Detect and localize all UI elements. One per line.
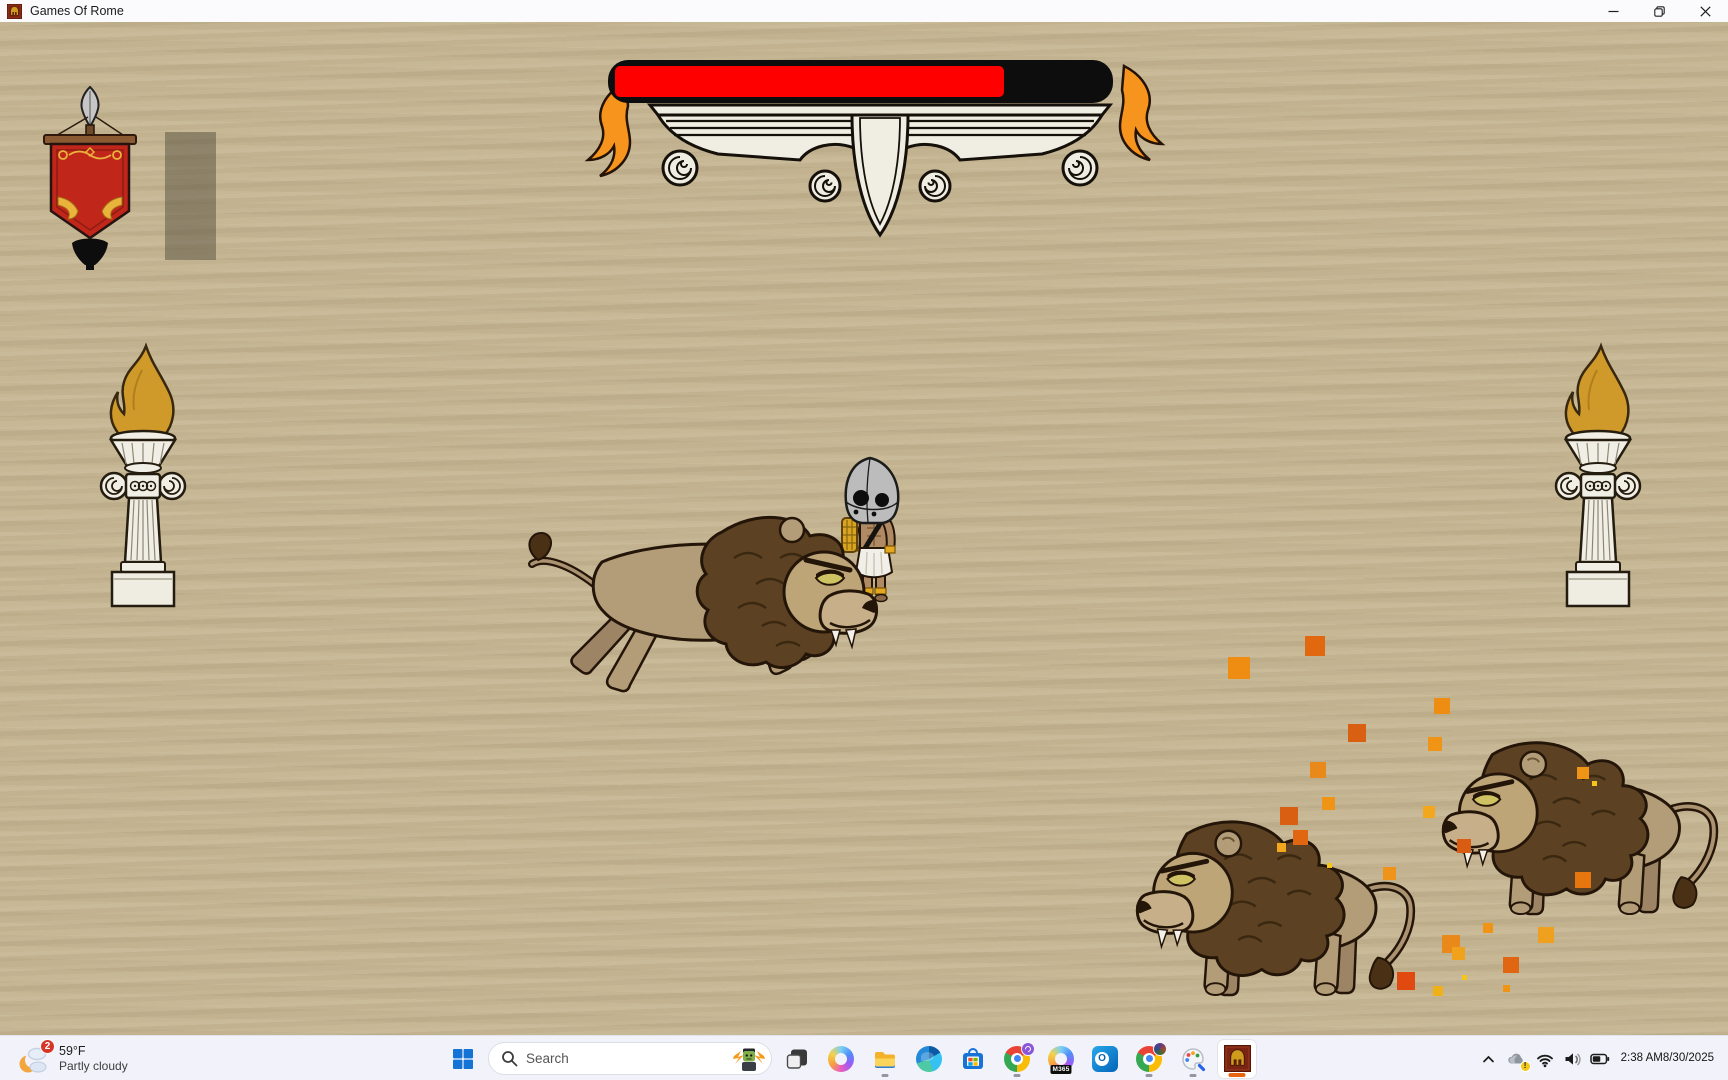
speaker-icon bbox=[1563, 1050, 1582, 1068]
ember-particle bbox=[1428, 737, 1442, 751]
ember-particle bbox=[1305, 636, 1325, 656]
ember-particle bbox=[1348, 724, 1366, 742]
m365-badge: M365 bbox=[1050, 1065, 1071, 1074]
ember-particle bbox=[1538, 927, 1554, 943]
ember-particle bbox=[1280, 807, 1298, 825]
search-box[interactable] bbox=[488, 1042, 772, 1075]
ember-particle bbox=[1423, 806, 1435, 818]
close-button[interactable] bbox=[1682, 0, 1728, 22]
torch-column-right bbox=[1543, 318, 1653, 608]
chrome-icon-2 bbox=[1136, 1046, 1162, 1072]
weather-widget[interactable]: 2 59°F Partly cloudy bbox=[10, 1036, 134, 1080]
game-arena[interactable] bbox=[0, 22, 1728, 1035]
taskbar-app-chrome-copilot[interactable] bbox=[998, 1040, 1036, 1078]
paint-icon bbox=[1180, 1046, 1206, 1072]
ember-particle bbox=[1483, 923, 1493, 933]
tray-date: 8/30/2025 bbox=[1663, 1051, 1714, 1066]
special-meter-depleted bbox=[165, 132, 216, 260]
task-view-icon bbox=[785, 1047, 809, 1071]
torch-column-left bbox=[88, 318, 198, 608]
clock-widget[interactable]: 2:38 AM 8/30/2025 bbox=[1615, 1041, 1722, 1077]
network-tray-button[interactable] bbox=[1531, 1041, 1559, 1077]
ember-particle bbox=[1433, 986, 1443, 996]
health-fill bbox=[615, 66, 1004, 97]
app-icon-gladiator-helmet bbox=[7, 4, 22, 19]
outlook-icon: O bbox=[1092, 1046, 1118, 1072]
taskbar-app-task-view[interactable] bbox=[778, 1040, 816, 1078]
onedrive-warning-badge: ! bbox=[1520, 1061, 1531, 1072]
minimize-button[interactable] bbox=[1590, 0, 1636, 22]
tray-time: 2:38 AM bbox=[1621, 1051, 1663, 1066]
taskbar-app-outlook[interactable]: O bbox=[1086, 1040, 1124, 1078]
ember-particle bbox=[1383, 867, 1396, 880]
flame-curl-right bbox=[1120, 66, 1162, 160]
taskbar-app-m365-copilot[interactable]: M365 bbox=[1042, 1040, 1080, 1078]
taskbar-app-edge[interactable] bbox=[910, 1040, 948, 1078]
taskbar-app-chrome-profile[interactable] bbox=[1130, 1040, 1168, 1078]
m365-copilot-icon: M365 bbox=[1048, 1046, 1074, 1072]
wifi-icon bbox=[1535, 1050, 1555, 1068]
ember-particle bbox=[1228, 657, 1250, 679]
ember-particle bbox=[1592, 781, 1597, 786]
restore-icon bbox=[1654, 6, 1665, 17]
close-icon bbox=[1700, 6, 1711, 17]
taskbar: 2 59°F Partly cloudy bbox=[0, 1035, 1728, 1080]
ember-particle bbox=[1462, 975, 1467, 980]
taskbar-app-microsoft-store[interactable] bbox=[954, 1040, 992, 1078]
lion-leaping bbox=[524, 498, 884, 703]
tray-expand-button[interactable] bbox=[1476, 1041, 1501, 1077]
windows-logo-icon bbox=[452, 1048, 474, 1070]
pediment bbox=[650, 105, 1110, 235]
taskbar-app-copilot[interactable] bbox=[822, 1040, 860, 1078]
ember-particle bbox=[1327, 863, 1332, 868]
search-icon bbox=[501, 1050, 518, 1067]
window-titlebar: Games Of Rome bbox=[0, 0, 1728, 22]
volume-tray-button[interactable] bbox=[1559, 1041, 1586, 1077]
ember-particle bbox=[1434, 698, 1450, 714]
profile-avatar-badge bbox=[1153, 1042, 1167, 1056]
ember-particle bbox=[1457, 839, 1471, 853]
chrome-icon bbox=[1004, 1046, 1030, 1072]
roman-banner bbox=[38, 85, 143, 270]
temperature-label: 59°F bbox=[59, 1044, 128, 1059]
edge-icon bbox=[916, 1046, 942, 1072]
ember-particle bbox=[1277, 843, 1286, 852]
copilot-icon bbox=[828, 1046, 854, 1072]
battery-icon bbox=[1590, 1050, 1611, 1068]
lion-enemy-2 bbox=[1436, 720, 1728, 932]
ember-particle bbox=[1322, 797, 1335, 810]
bing-daily-frankenstein-icon bbox=[732, 1045, 766, 1073]
onedrive-tray-button[interactable]: ! bbox=[1501, 1041, 1531, 1077]
ember-particle bbox=[1577, 767, 1589, 779]
maximize-restore-button[interactable] bbox=[1636, 0, 1682, 22]
ember-particle bbox=[1452, 947, 1465, 960]
taskbar-app-paint[interactable] bbox=[1174, 1040, 1212, 1078]
chevron-up-icon bbox=[1480, 1051, 1497, 1067]
minimize-icon bbox=[1608, 6, 1619, 17]
window-title: Games Of Rome bbox=[30, 4, 124, 18]
file-explorer-icon bbox=[872, 1046, 898, 1072]
search-input[interactable] bbox=[526, 1051, 724, 1066]
condition-label: Partly cloudy bbox=[59, 1059, 128, 1073]
ember-particle bbox=[1293, 830, 1308, 845]
ember-particle bbox=[1397, 972, 1415, 990]
games-of-rome-icon bbox=[1224, 1045, 1251, 1072]
start-button[interactable] bbox=[444, 1040, 482, 1078]
ember-particle bbox=[1575, 872, 1591, 888]
taskbar-app-file-explorer[interactable] bbox=[866, 1040, 904, 1078]
microsoft-store-icon bbox=[960, 1046, 986, 1072]
health-bar-assembly bbox=[580, 58, 1170, 273]
ember-particle bbox=[1503, 985, 1510, 992]
taskbar-app-games-of-rome[interactable] bbox=[1218, 1040, 1256, 1078]
battery-tray-button[interactable] bbox=[1586, 1041, 1615, 1077]
ember-particle bbox=[1503, 957, 1519, 973]
lion-enemy-1 bbox=[1130, 800, 1425, 1012]
weather-alert-badge: 2 bbox=[40, 1039, 55, 1054]
ember-particle bbox=[1310, 762, 1326, 778]
copilot-badge-icon bbox=[1021, 1042, 1035, 1056]
